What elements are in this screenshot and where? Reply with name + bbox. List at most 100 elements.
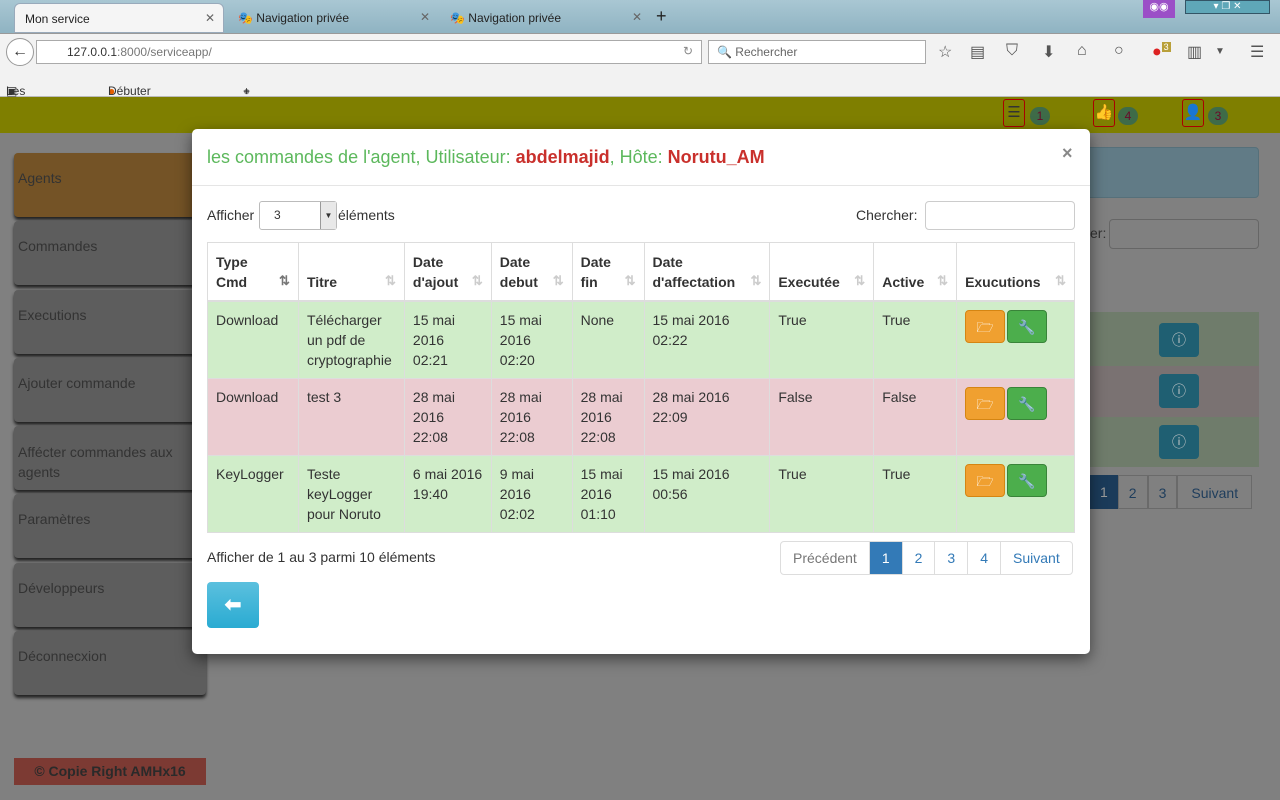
back-button[interactable]: ← xyxy=(6,38,34,66)
actions-cell: 🗁 🔧 xyxy=(956,454,1075,533)
page-link[interactable]: Suivant xyxy=(1000,542,1072,574)
pocket-icon[interactable]: ⛉ xyxy=(1006,42,1018,60)
chat-icon[interactable]: ○ xyxy=(1114,42,1124,60)
wrench-button[interactable]: 🔧 xyxy=(1007,463,1048,497)
navigation-bar: ← 127.0.0.1:8000/serviceapp/ ↻ 🔍 Recherch… xyxy=(0,33,1280,70)
table-row[interactable]: Download Télécharger un pdf de cryptograp… xyxy=(207,300,1075,379)
folder-open-button[interactable]: 🗁 xyxy=(965,309,1006,343)
sidebar-item-ajouter-commande[interactable]: Ajouter commande xyxy=(14,358,206,422)
thumbs-up-icon[interactable]: 👍 xyxy=(1093,99,1115,127)
page-link[interactable]: Suivant xyxy=(1177,475,1253,509)
wrench-button[interactable]: 🔧 xyxy=(1007,309,1048,343)
close-tab-icon[interactable]: ✕ xyxy=(205,11,215,25)
menu-icon[interactable]: ☰ xyxy=(1250,42,1264,62)
sort-icon[interactable]: ⇅ xyxy=(937,271,948,291)
sidebar-item-agents[interactable]: Agents xyxy=(14,153,206,217)
page-link[interactable]: 1 xyxy=(868,542,902,574)
new-tab-button[interactable]: + xyxy=(652,3,671,33)
page-link[interactable]: 3 xyxy=(934,542,967,574)
page-link[interactable]: 3 xyxy=(1147,475,1178,509)
sidebar-item-developpeurs[interactable]: Développeurs xyxy=(14,563,206,627)
column-header[interactable]: Date fin ⇅ xyxy=(571,242,645,302)
tab-private-1[interactable]: 🎭 Navigation privée ✕ xyxy=(228,3,438,33)
bookmark-star-icon[interactable]: ☆ xyxy=(938,42,952,62)
table-cell: 6 mai 2016 19:40 xyxy=(403,454,492,533)
background-panel xyxy=(1085,147,1259,198)
header-line: Exucutions xyxy=(965,273,1041,290)
dropdown-icon[interactable]: ▼ xyxy=(1215,46,1225,57)
close-tab-icon[interactable]: ✕ xyxy=(632,10,642,24)
page-link[interactable]: 2 xyxy=(1117,475,1148,509)
window-controls[interactable]: ▾ ❐ ✕ xyxy=(1185,0,1270,14)
sort-icon[interactable]: ⇅ xyxy=(385,271,396,291)
table-cell: 15 mai 2016 02:20 xyxy=(490,300,573,379)
search-input[interactable]: 🔍 Rechercher xyxy=(708,40,926,64)
server-icon[interactable]: ☰ xyxy=(1003,99,1025,127)
table-cell: Teste keyLogger pour Noruto xyxy=(297,454,405,533)
user-icon[interactable]: 👤 xyxy=(1182,99,1204,127)
page-link[interactable]: 4 xyxy=(967,542,1000,574)
sidebar-item-parametres[interactable]: Paramètres xyxy=(14,494,206,558)
server-badge: 1 xyxy=(1030,107,1050,125)
home-icon[interactable]: ⌂ xyxy=(1077,42,1087,60)
page-link[interactable]: Précédent xyxy=(781,542,869,574)
column-header[interactable]: Titre ⇅ xyxy=(297,242,405,302)
tab-private-2[interactable]: 🎭 Navigation privée ✕ xyxy=(440,3,650,33)
page-link[interactable]: 2 xyxy=(901,542,935,574)
sort-asc-icon[interactable]: ⇅ xyxy=(279,271,290,291)
sort-icon[interactable]: ⇅ xyxy=(1055,271,1066,291)
column-header[interactable]: Date debut ⇅ xyxy=(490,242,573,302)
table-row[interactable]: Download test 3 28 mai 2016 22:08 28 mai 20… xyxy=(207,377,1075,456)
column-header[interactable]: Type Cmd ⇅ xyxy=(207,242,299,302)
column-header[interactable]: Date d'affectation ⇅ xyxy=(643,242,771,302)
sidebar-item-executions[interactable]: Executions xyxy=(14,290,206,354)
table-row[interactable]: KeyLogger Teste keyLogger pour Noruto 6 ma… xyxy=(207,454,1075,533)
table-info: Afficher de 1 au 3 parmi 10 éléments xyxy=(207,549,436,565)
page-link[interactable]: 1 xyxy=(1090,475,1118,509)
url-bar[interactable]: 127.0.0.1:8000/serviceapp/ ↻ xyxy=(36,40,702,64)
table-cell: None xyxy=(571,300,645,379)
sort-icon[interactable]: ⇅ xyxy=(625,271,636,291)
table-cell: 15 mai 2016 00:56 xyxy=(643,454,771,533)
sidebar-item-affecter[interactable]: Affécter commandes aux agents xyxy=(14,426,206,490)
close-button[interactable]: × xyxy=(1062,143,1073,164)
arrow-left-icon: ⬅ xyxy=(224,594,242,616)
sidebar-item-deconnexion[interactable]: Déconnecxion xyxy=(14,631,206,695)
title-host: Norutu_AM xyxy=(667,147,765,167)
column-header[interactable]: Active ⇅ xyxy=(873,242,958,302)
folder-open-button[interactable]: 🗁 xyxy=(965,463,1006,497)
page-size-select[interactable]: 3 ▼ xyxy=(259,201,337,230)
column-header[interactable]: Date d'ajout ⇅ xyxy=(403,242,492,302)
table-cell: 28 mai 2016 22:09 xyxy=(643,377,771,456)
info-button[interactable]: ⓘ xyxy=(1159,323,1199,357)
tab-mon-service[interactable]: Mon service ✕ xyxy=(14,3,224,33)
background-search-input[interactable] xyxy=(1109,219,1259,249)
table-header: Type Cmd ⇅ Titre ⇅ Date d'ajout ⇅ Date debut ⇅ Date… xyxy=(207,242,1075,302)
sort-icon[interactable]: ⇅ xyxy=(553,271,564,291)
pagination: Précédent 1 2 3 4 Suivant xyxy=(780,541,1073,575)
column-header[interactable]: Executée ⇅ xyxy=(769,242,875,302)
table-search-input[interactable] xyxy=(925,201,1075,230)
back-arrow-button[interactable]: ⬅ xyxy=(207,582,259,628)
url-path: :8000/serviceapp/ xyxy=(117,45,212,59)
wrench-button[interactable]: 🔧 xyxy=(1007,386,1048,420)
table-cell: Télécharger un pdf de cryptographie xyxy=(297,300,405,379)
clipboard-icon[interactable]: ▥ xyxy=(1187,42,1202,62)
info-button[interactable]: ⓘ xyxy=(1159,374,1199,408)
addon-badge: 3 xyxy=(1161,42,1171,52)
sort-icon[interactable]: ⇅ xyxy=(854,271,865,291)
table-cell: 28 mai 2016 22:08 xyxy=(490,377,573,456)
close-tab-icon[interactable]: ✕ xyxy=(420,10,430,24)
reload-icon[interactable]: ↻ xyxy=(683,44,693,58)
sort-icon[interactable]: ⇅ xyxy=(472,271,483,291)
reading-list-icon[interactable]: ▤ xyxy=(970,42,985,62)
header-line: d'ajout xyxy=(412,273,459,290)
download-icon[interactable]: ⬇ xyxy=(1042,42,1055,62)
column-header[interactable]: Exucutions ⇅ xyxy=(956,242,1075,302)
app-header: ☰ 1 👍 4 👤 3 xyxy=(0,97,1280,133)
addon-icon[interactable]: ● 3 xyxy=(1152,42,1171,61)
info-button[interactable]: ⓘ xyxy=(1159,425,1199,459)
folder-open-button[interactable]: 🗁 xyxy=(965,386,1006,420)
sidebar-item-commandes[interactable]: Commandes xyxy=(14,221,206,285)
sort-icon[interactable]: ⇅ xyxy=(750,271,761,291)
